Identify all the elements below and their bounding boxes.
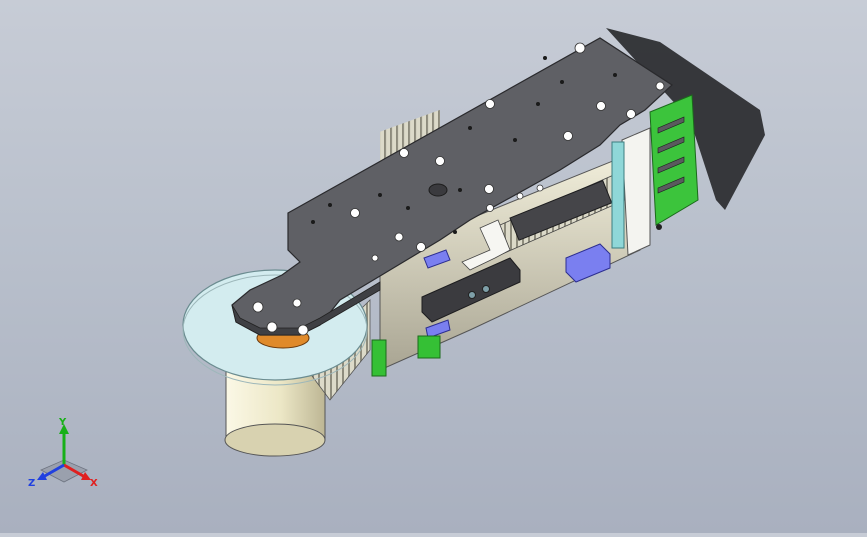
cyan-plate xyxy=(611,141,625,249)
green-guide-left xyxy=(371,339,387,377)
triad-x-label: X xyxy=(90,478,98,489)
green-rear-bracket xyxy=(649,94,699,226)
motor-cylinder-bottom xyxy=(224,423,326,457)
slider-bolt-2 xyxy=(482,285,490,293)
3d-viewport[interactable]: Y X Z xyxy=(0,0,867,533)
slider-bolt-1 xyxy=(468,291,476,299)
cad-model-view xyxy=(182,28,765,457)
green-bracket-bolt xyxy=(656,224,662,230)
center-bore xyxy=(428,183,448,197)
triad-y-label: Y xyxy=(58,418,67,428)
triad-z-label: Z xyxy=(28,478,35,489)
coordinate-triad[interactable]: Y X Z xyxy=(25,418,105,493)
green-guide-lower xyxy=(417,335,441,359)
